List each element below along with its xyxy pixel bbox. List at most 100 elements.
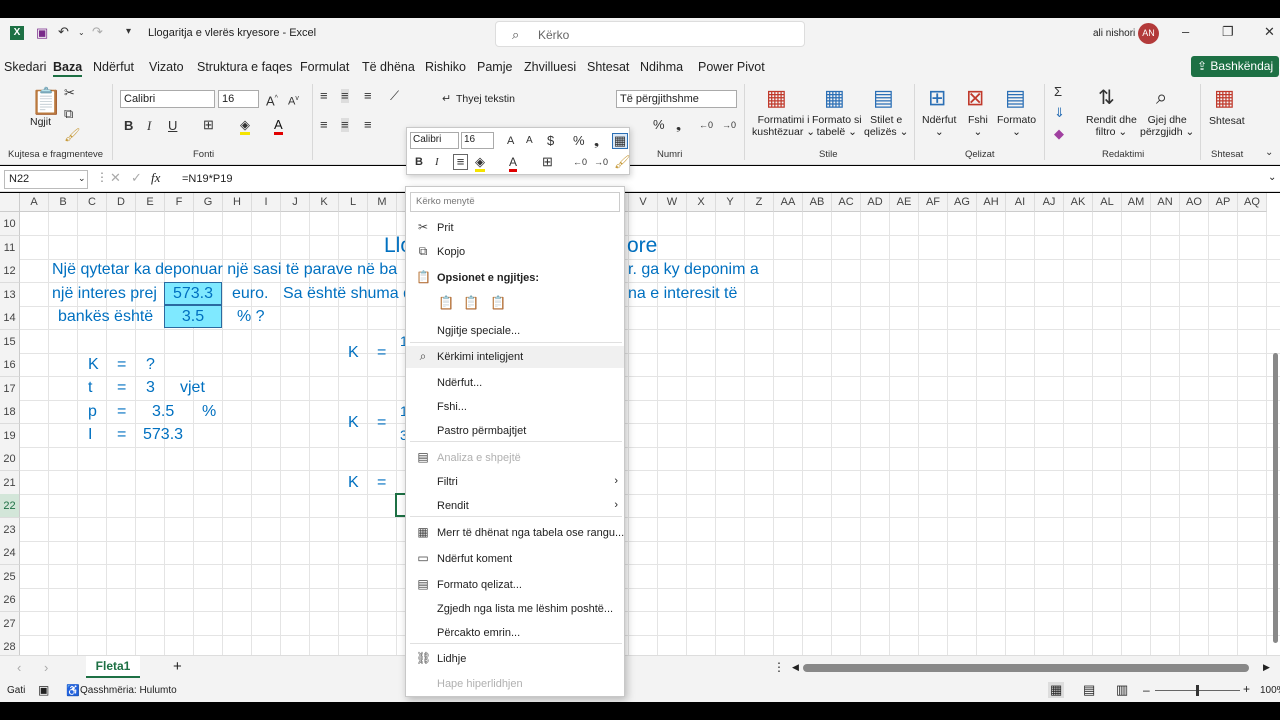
mini-shrink-font-icon[interactable]: A xyxy=(526,134,533,148)
menu-item-fshi[interactable]: Fshi... xyxy=(406,396,624,418)
addins-icon[interactable]: ▦ xyxy=(1214,86,1235,110)
column-header[interactable]: F xyxy=(165,193,194,212)
mini-bold-icon[interactable]: B xyxy=(415,155,423,169)
cell-styles-button[interactable]: Stilet e qelizës ⌄ xyxy=(864,114,908,138)
mini-currency-icon[interactable]: $ xyxy=(547,134,554,148)
minimize-icon[interactable]: – xyxy=(1182,25,1189,39)
find-select-button[interactable]: Gjej dhe përzgjidh ⌄ xyxy=(1140,114,1194,138)
insert-cells-icon[interactable]: ⊞ xyxy=(928,86,946,110)
column-header[interactable]: AP xyxy=(1209,193,1238,212)
column-header[interactable]: AL xyxy=(1093,193,1122,212)
column-header[interactable]: AN xyxy=(1151,193,1180,212)
menu-item-merr-të-dhënat-nga-tabela-ose-rangu[interactable]: ▦ Merr të dhënat nga tabela ose rangu... xyxy=(406,522,624,544)
italic-icon[interactable]: I xyxy=(147,119,151,133)
sheet-tab-fleta1[interactable]: Fleta1 xyxy=(86,656,140,678)
column-header[interactable]: AG xyxy=(948,193,977,212)
zoom-in-icon[interactable]: + xyxy=(1243,682,1250,696)
column-header[interactable]: AJ xyxy=(1035,193,1064,212)
menu-item-filtri[interactable]: Filtri › xyxy=(406,471,624,493)
column-header[interactable]: AB xyxy=(803,193,832,212)
sort-filter-icon[interactable]: ⇅ xyxy=(1098,86,1115,110)
mini-size-dropdown[interactable]: 16 xyxy=(461,132,494,149)
paste-icon[interactable]: 📋 xyxy=(438,295,454,311)
column-header[interactable]: A xyxy=(20,193,49,212)
column-header[interactable]: AQ xyxy=(1238,193,1267,212)
prev-sheet-icon[interactable]: ‹ xyxy=(17,660,21,675)
add-sheet-button[interactable]: + xyxy=(173,658,182,675)
search-box[interactable]: ⌕ Kërko xyxy=(495,21,805,47)
row-header[interactable]: 28 xyxy=(0,635,20,655)
zoom-out-icon[interactable]: – xyxy=(1143,683,1150,697)
page-layout-icon[interactable]: ▤ xyxy=(1083,682,1095,698)
font-size-dropdown[interactable]: 16 xyxy=(218,90,259,108)
format-as-table-button[interactable]: Formato si tabelë ⌄ xyxy=(812,114,862,138)
name-box-dropdown-icon[interactable]: ⌄ xyxy=(78,173,86,184)
insert-function-icon[interactable]: fx xyxy=(151,170,160,186)
mini-decrease-decimal-icon[interactable]: →0 xyxy=(594,155,608,169)
row-header[interactable]: 15 xyxy=(0,329,20,354)
column-header[interactable]: Z xyxy=(745,193,774,212)
grow-font-icon[interactable]: A^ xyxy=(266,92,278,108)
normal-view-icon[interactable]: ▦ xyxy=(1048,682,1065,698)
tab-shtesat[interactable]: Shtesat xyxy=(587,60,629,74)
mini-font-dropdown[interactable]: Calibri xyxy=(410,132,459,149)
undo-icon[interactable]: ↶ xyxy=(58,25,69,39)
undo-dropdown-icon[interactable]: ⌄ xyxy=(78,26,85,40)
format-painter-icon[interactable]: 🖌 xyxy=(64,128,81,142)
column-header[interactable]: AH xyxy=(977,193,1006,212)
column-header[interactable]: AC xyxy=(832,193,861,212)
align-right-icon[interactable]: ≡ xyxy=(364,118,372,132)
row-header[interactable]: 23 xyxy=(0,517,20,542)
paste-label[interactable]: Ngjit xyxy=(30,116,51,128)
menu-search-input[interactable]: Kërko menytë xyxy=(410,192,620,212)
column-header[interactable]: C xyxy=(78,193,107,212)
mini-fill-color-icon[interactable]: ◈ xyxy=(475,155,485,172)
font-name-dropdown[interactable]: Calibri xyxy=(120,90,215,108)
tab-formulat[interactable]: Formulat xyxy=(300,60,349,74)
column-header[interactable]: M xyxy=(368,193,397,212)
column-header[interactable]: V xyxy=(629,193,658,212)
formula-input[interactable]: =N19*P19 xyxy=(182,173,232,185)
deposit-value-cell[interactable]: 573.3 xyxy=(164,282,222,305)
find-select-icon[interactable]: ⌕ xyxy=(1156,86,1167,110)
menu-item-ndërfut[interactable]: Ndërfut... xyxy=(406,372,624,394)
scroll-right-icon[interactable]: ▶ xyxy=(1263,662,1270,673)
column-header[interactable]: I xyxy=(252,193,281,212)
avatar[interactable]: AN xyxy=(1138,23,1159,44)
row-header[interactable]: 24 xyxy=(0,541,20,565)
enter-icon[interactable]: ✓ xyxy=(131,170,142,186)
mini-italic-icon[interactable]: I xyxy=(435,155,439,169)
format-cells-button[interactable]: Formato ⌄ xyxy=(997,114,1036,138)
column-header[interactable]: AA xyxy=(774,193,803,212)
more-options-icon[interactable]: ⋮ xyxy=(773,660,785,674)
mini-font-color-icon[interactable]: A xyxy=(509,155,518,172)
tab-baza[interactable]: Baza xyxy=(53,60,83,77)
mini-borders-icon[interactable]: ⊞ xyxy=(542,155,553,169)
column-header[interactable]: D xyxy=(107,193,136,212)
mini-comma-icon[interactable]: ❟ xyxy=(594,134,599,148)
menu-item-prit[interactable]: ✂ Prit xyxy=(406,217,624,239)
row-header[interactable]: 18 xyxy=(0,400,20,424)
fill-color-icon[interactable]: ◈ xyxy=(240,118,250,135)
next-sheet-icon[interactable]: › xyxy=(44,660,48,675)
menu-item-kopjo[interactable]: ⧉ Kopjo xyxy=(406,241,624,263)
column-header[interactable]: K xyxy=(310,193,339,212)
format-cells-ribbon-icon[interactable]: ▤ xyxy=(1005,86,1026,110)
menu-item-përcakto-emrin[interactable]: Përcakto emrin... xyxy=(406,622,624,644)
column-header[interactable]: AK xyxy=(1064,193,1093,212)
menu-item-formato-qelizat[interactable]: ▤ Formato qelizat... xyxy=(406,574,624,596)
row-header[interactable]: 12 xyxy=(0,259,20,283)
sort-filter-button[interactable]: Rendit dhe filtro ⌄ xyxy=(1086,114,1137,138)
scroll-left-icon[interactable]: ◀ xyxy=(792,662,799,673)
conditional-formatting-icon[interactable]: ▦ xyxy=(766,86,787,110)
paste-formulas-icon[interactable]: 📋 xyxy=(463,295,479,311)
column-header[interactable]: J xyxy=(281,193,310,212)
row-header[interactable]: 16 xyxy=(0,353,20,377)
column-header[interactable]: AE xyxy=(890,193,919,212)
interest-rate-cell[interactable]: 3.5 xyxy=(164,305,222,328)
menu-item-pastro-përmbajtjet[interactable]: Pastro përmbajtjet xyxy=(406,420,624,442)
column-header[interactable]: E xyxy=(136,193,165,212)
collapse-ribbon-icon[interactable]: ⌄ xyxy=(1265,146,1273,160)
wrap-text-button[interactable]: Thyej tekstin xyxy=(456,93,515,105)
menu-item-ngjitje-speciale[interactable]: Ngjitje speciale... xyxy=(406,320,624,342)
